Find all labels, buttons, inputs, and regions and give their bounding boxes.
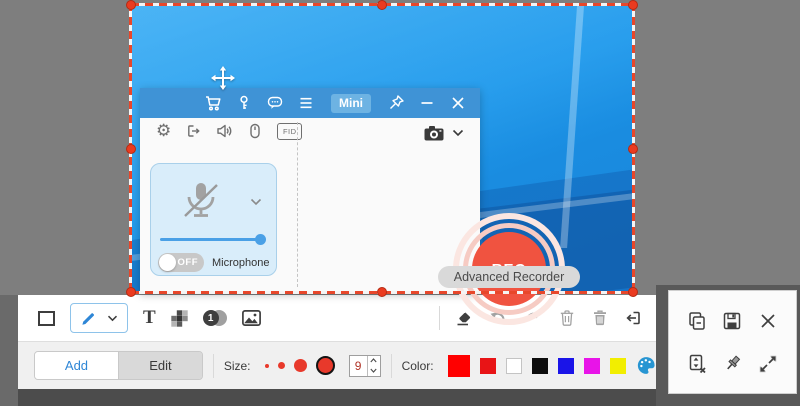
close-icon[interactable] [449, 94, 467, 112]
add-edit-tabs: Add Edit [34, 351, 203, 380]
expand-fullscreen-icon[interactable] [757, 353, 779, 375]
selection-handle-middle-right[interactable] [628, 144, 638, 154]
tab-edit[interactable]: Edit [118, 352, 202, 379]
size-dot[interactable] [294, 359, 307, 372]
copy-icon[interactable] [686, 310, 708, 332]
size-value: 9 [350, 356, 367, 376]
color-label: Color: [402, 359, 434, 373]
selection-handle-bottom-right[interactable] [628, 287, 638, 297]
recorder-settings-row: ⚙ FID [156, 122, 302, 140]
mouse-icon[interactable] [246, 122, 264, 140]
mic-toggle-row: OFF Microphone [158, 253, 269, 272]
bottom-backdrop-strip [18, 389, 656, 406]
microphone-label: Microphone [212, 257, 269, 269]
toolbar-divider [439, 306, 440, 330]
bottom-left-backdrop [0, 295, 18, 406]
spinner-buttons [367, 356, 380, 376]
screen-recorder-app: Mini ⚙ FID [0, 0, 800, 406]
palette-icon[interactable] [636, 354, 656, 377]
rectangle-tool[interactable] [38, 311, 55, 326]
color-swatch[interactable] [558, 358, 574, 374]
selection-handle-top-left[interactable] [126, 0, 136, 10]
options-divider [391, 354, 392, 378]
key-icon[interactable] [235, 94, 253, 112]
selection-handle-bottom-left[interactable] [126, 287, 136, 297]
discard-close-icon[interactable] [757, 310, 779, 332]
spinner-down-icon[interactable] [368, 366, 380, 376]
minimize-icon[interactable] [418, 94, 436, 112]
camera-icon[interactable] [424, 125, 444, 141]
toggle-state-label: OFF [178, 257, 199, 268]
pin-image-icon[interactable] [721, 353, 743, 375]
text-tool[interactable]: T [143, 308, 156, 328]
menu-icon[interactable] [297, 94, 315, 112]
selection-handle-middle-left[interactable] [126, 144, 136, 154]
chevron-down-icon[interactable] [452, 129, 464, 137]
feedback-chat-icon[interactable] [266, 94, 284, 112]
annotation-options-bar: Add Edit Size: 9 Color: [18, 341, 656, 389]
microphone-card: OFF Microphone [150, 163, 277, 276]
delete-tool-icon[interactable] [558, 309, 576, 327]
number-badge-tool[interactable]: 1 [203, 308, 227, 328]
scroll-capture-icon[interactable] [686, 353, 708, 375]
color-swatch[interactable] [532, 358, 548, 374]
color-swatches [448, 355, 626, 377]
webcam-selector[interactable] [424, 125, 464, 141]
color-swatch[interactable] [448, 355, 470, 377]
microphone-muted-icon[interactable] [179, 178, 223, 222]
tab-add[interactable]: Add [35, 352, 118, 379]
selection-handle-top-right[interactable] [628, 0, 638, 10]
pencil-icon[interactable] [80, 309, 98, 327]
cart-icon[interactable] [204, 94, 222, 112]
fid-resolution-icon[interactable]: FID [277, 123, 302, 140]
mosaic-tool-icon[interactable] [171, 310, 188, 327]
pin-on-top-icon[interactable] [387, 94, 405, 112]
size-spinner[interactable]: 9 [349, 355, 381, 377]
size-label: Size: [224, 359, 251, 373]
slider-knob[interactable] [255, 234, 266, 245]
color-swatch[interactable] [610, 358, 626, 374]
save-icon[interactable] [721, 310, 743, 332]
color-swatch[interactable] [506, 358, 522, 374]
recorder-panel: Mini ⚙ FID [140, 88, 480, 293]
open-output-icon[interactable] [184, 122, 202, 140]
spinner-up-icon[interactable] [368, 356, 380, 366]
size-dots [265, 356, 335, 375]
pencil-options-chevron-icon[interactable] [107, 315, 118, 322]
color-swatch[interactable] [584, 358, 600, 374]
mic-volume-slider[interactable] [160, 238, 265, 241]
annotation-toolbar: T 1 [18, 295, 656, 341]
move-cursor-icon[interactable] [210, 65, 236, 91]
size-dot[interactable] [265, 364, 269, 368]
screenshot-action-panel [668, 290, 797, 394]
pencil-tool-selected[interactable] [70, 303, 128, 333]
mic-off-toggle[interactable]: OFF [158, 253, 204, 272]
mic-source-chevron-icon[interactable] [250, 198, 262, 206]
size-dot[interactable] [316, 356, 335, 375]
size-dot[interactable] [278, 362, 285, 369]
advanced-recorder-button[interactable]: Advanced Recorder [438, 266, 580, 288]
selection-handle-top-middle[interactable] [377, 0, 387, 10]
image-tool-icon[interactable] [242, 310, 261, 326]
mini-mode-button[interactable]: Mini [331, 94, 371, 113]
selection-handle-bottom-middle[interactable] [377, 287, 387, 297]
settings-gear-icon[interactable]: ⚙ [156, 122, 171, 140]
color-swatch[interactable] [480, 358, 496, 374]
eraser-tool-icon[interactable] [455, 309, 473, 327]
badge-number: 1 [203, 310, 219, 326]
delete-all-tool-icon[interactable] [591, 309, 609, 327]
speaker-icon[interactable] [215, 122, 233, 140]
panel-divider [297, 122, 298, 287]
exit-annotation-icon[interactable] [624, 309, 642, 327]
options-divider [213, 354, 214, 378]
recorder-titlebar: Mini [140, 88, 480, 118]
toggle-knob[interactable] [159, 254, 176, 271]
